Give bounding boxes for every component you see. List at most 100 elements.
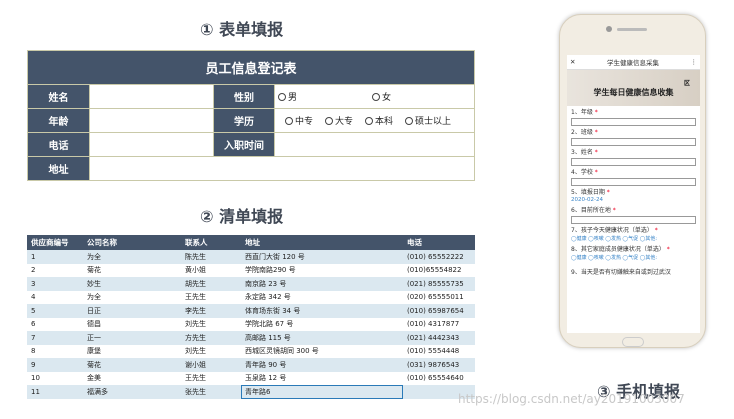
- table-cell[interactable]: 日正: [83, 304, 181, 318]
- table-cell[interactable]: 学院北路 67 号: [241, 317, 403, 331]
- name-label: 姓名: [28, 85, 89, 108]
- table-cell[interactable]: 南京路 23 号: [241, 277, 403, 291]
- location-input[interactable]: [571, 216, 696, 224]
- table-cell[interactable]: 9: [27, 358, 83, 372]
- question-label: 2、班级: [571, 129, 593, 136]
- table-cell[interactable]: 学院南路290 号: [241, 263, 403, 277]
- table-cell[interactable]: 西城区灵镜胡同 300 号: [241, 344, 403, 358]
- table-cell[interactable]: 体育场东街 34 号: [241, 304, 403, 318]
- table-cell[interactable]: (021) 4442343: [403, 331, 475, 345]
- table-cell[interactable]: 金美: [83, 371, 181, 385]
- table-row[interactable]: 5 日正 李先生 体育场东街 34 号 (010) 65987654: [27, 304, 475, 318]
- name-field[interactable]: [89, 85, 213, 108]
- table-cell[interactable]: 正一: [83, 331, 181, 345]
- age-field[interactable]: [89, 109, 213, 132]
- table-cell[interactable]: 刘先生: [181, 344, 241, 358]
- class-input[interactable]: [571, 138, 696, 146]
- table-row[interactable]: 11 福满多 张先生 青年路6: [27, 385, 475, 399]
- join-date-field[interactable]: [274, 133, 474, 156]
- table-cell[interactable]: 刘先生: [181, 317, 241, 331]
- table-cell[interactable]: 为全: [83, 290, 181, 304]
- join-date-label: 入职时间: [213, 133, 274, 156]
- phone-field[interactable]: [89, 133, 213, 156]
- table-cell[interactable]: 德昌: [83, 317, 181, 331]
- table-cell[interactable]: 福满多: [83, 385, 181, 399]
- table-cell[interactable]: (020) 65555011: [403, 290, 475, 304]
- table-row[interactable]: 6 德昌 刘先生 学院北路 67 号 (010) 4317877: [27, 317, 475, 331]
- address-field[interactable]: [89, 157, 474, 180]
- table-cell[interactable]: 5: [27, 304, 83, 318]
- table-cell[interactable]: 高邮路 115 号: [241, 331, 403, 345]
- table-cell[interactable]: 青年路 90 号: [241, 358, 403, 372]
- health-options[interactable]: ◯健康 ◯咳嗽 ◯发热 ◯气促 ◯其他:: [571, 235, 696, 243]
- name-input[interactable]: [571, 158, 696, 166]
- table-cell[interactable]: (010) 65552222: [403, 250, 475, 264]
- table-cell[interactable]: (010)65554822: [403, 263, 475, 277]
- table-cell[interactable]: 黄小姐: [181, 263, 241, 277]
- home-button[interactable]: [622, 337, 644, 347]
- edu-option-radio[interactable]: 中专: [285, 114, 313, 127]
- table-cell[interactable]: 胡先生: [181, 277, 241, 291]
- edu-option-radio[interactable]: 大专: [325, 114, 353, 127]
- grade-input[interactable]: [571, 118, 696, 126]
- table-cell[interactable]: 6: [27, 317, 83, 331]
- table-row[interactable]: 10 金美 王先生 玉泉路 12 号 (010) 65554640: [27, 371, 475, 385]
- table-row[interactable]: 3 妙生 胡先生 南京路 23 号 (021) 85555735: [27, 277, 475, 291]
- table-cell[interactable]: (031) 9876543: [403, 358, 475, 372]
- edu-option-radio[interactable]: 本科: [365, 114, 393, 127]
- table-cell[interactable]: 玉泉路 12 号: [241, 371, 403, 385]
- table-cell[interactable]: 王先生: [181, 371, 241, 385]
- gender-male-radio[interactable]: 男: [278, 90, 372, 103]
- table-cell[interactable]: 8: [27, 344, 83, 358]
- table-cell[interactable]: 方先生: [181, 331, 241, 345]
- table-cell[interactable]: 妙生: [83, 277, 181, 291]
- table-cell[interactable]: (021) 85555735: [403, 277, 475, 291]
- table-cell[interactable]: 康堡: [83, 344, 181, 358]
- table-header-row: 供应商编号 公司名称 联系人 地址 电话: [27, 235, 475, 250]
- supplier-table: 供应商编号 公司名称 联系人 地址 电话 1 为全 陈先生 西直门大街 120 号 (0…: [27, 235, 475, 399]
- table-cell[interactable]: 为全: [83, 250, 181, 264]
- table-cell[interactable]: 4: [27, 290, 83, 304]
- table-cell[interactable]: (010) 5554448: [403, 344, 475, 358]
- column-header: 供应商编号: [27, 235, 83, 250]
- table-cell[interactable]: 7: [27, 331, 83, 345]
- mobile-topbar: ✕ 学生健康信息采集 ⋮: [567, 55, 700, 70]
- radio-circle-icon: [365, 116, 374, 125]
- close-icon[interactable]: ✕: [570, 58, 575, 66]
- table-row[interactable]: 8 康堡 刘先生 西城区灵镜胡同 300 号 (010) 5554448: [27, 344, 475, 358]
- radio-circle-icon: [285, 116, 293, 125]
- table-cell[interactable]: (010) 4317877: [403, 317, 475, 331]
- table-cell[interactable]: 永定路 342 号: [241, 290, 403, 304]
- date-value[interactable]: 2020-02-24: [571, 197, 696, 204]
- question-label: 1、年级: [571, 109, 593, 116]
- table-cell[interactable]: 张先生: [181, 385, 241, 399]
- edu-option-radio[interactable]: 硕士以上: [405, 114, 451, 127]
- table-cell[interactable]: 西直门大街 120 号: [241, 250, 403, 264]
- table-cell[interactable]: 李先生: [181, 304, 241, 318]
- table-row[interactable]: 9 菊花 谢小姐 青年路 90 号 (031) 9876543: [27, 358, 475, 372]
- table-cell[interactable]: 王先生: [181, 290, 241, 304]
- more-menu-icon[interactable]: ⋮: [690, 58, 697, 66]
- table-row[interactable]: 4 为全 王先生 永定路 342 号 (020) 65555011: [27, 290, 475, 304]
- table-cell[interactable]: 3: [27, 277, 83, 291]
- table-row[interactable]: 2 菊花 黄小姐 学院南路290 号 (010)65554822: [27, 263, 475, 277]
- table-cell[interactable]: 谢小姐: [181, 358, 241, 372]
- employee-form: 员工信息登记表 姓名 性别 男 女 年龄 学历 中专 大专 本科 硕士以上 电话…: [27, 50, 475, 181]
- table-cell[interactable]: (010) 65554640: [403, 371, 475, 385]
- table-row[interactable]: 7 正一 方先生 高邮路 115 号 (021) 4442343: [27, 331, 475, 345]
- table-cell[interactable]: 2: [27, 263, 83, 277]
- table-cell[interactable]: 菊花: [83, 263, 181, 277]
- phone-label: 电话: [28, 133, 89, 156]
- gender-female-radio[interactable]: 女: [372, 90, 391, 103]
- table-cell[interactable]: 菊花: [83, 358, 181, 372]
- table-cell[interactable]: 1: [27, 250, 83, 264]
- table-cell[interactable]: (010) 65987654: [403, 304, 475, 318]
- table-cell[interactable]: 青年路6: [241, 385, 403, 399]
- table-cell[interactable]: 10: [27, 371, 83, 385]
- school-input[interactable]: [571, 178, 696, 186]
- survey-title: 学生每日健康信息收集: [593, 88, 674, 97]
- family-health-options[interactable]: ◯健康 ◯咳嗽 ◯发热 ◯气促 ◯其他:: [571, 254, 696, 262]
- table-row[interactable]: 1 为全 陈先生 西直门大街 120 号 (010) 65552222: [27, 250, 475, 264]
- table-cell[interactable]: 11: [27, 385, 83, 399]
- table-cell[interactable]: 陈先生: [181, 250, 241, 264]
